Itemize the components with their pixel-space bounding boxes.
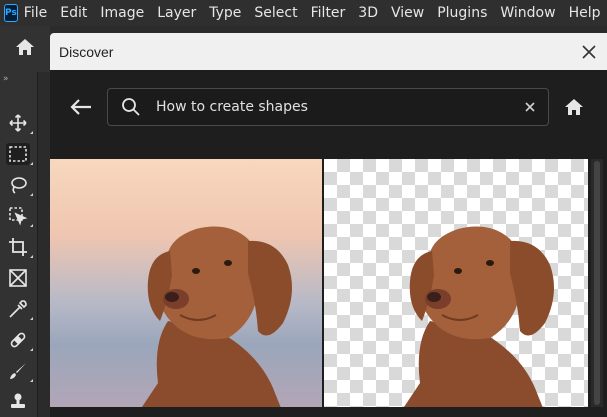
tools-panel: »	[0, 72, 38, 417]
menu-bar: Ps File Edit Image Layer Type Select Fil…	[0, 0, 607, 26]
close-icon[interactable]	[579, 42, 599, 62]
menu-layer[interactable]: Layer	[157, 5, 196, 21]
lasso-icon[interactable]	[6, 174, 33, 196]
menu-select[interactable]: Select	[254, 5, 297, 21]
menu-filter[interactable]: Filter	[311, 5, 346, 21]
eyedropper-icon[interactable]	[6, 298, 33, 320]
dog-cutout	[404, 226, 554, 407]
rectangular-marquee-icon[interactable]	[6, 143, 33, 165]
after-image-transparent	[324, 159, 588, 407]
menu-file[interactable]: File	[24, 5, 47, 21]
menu-type[interactable]: Type	[209, 5, 241, 21]
options-bar-home	[0, 26, 50, 72]
frame-icon[interactable]	[6, 267, 30, 289]
menu-view[interactable]: View	[391, 5, 424, 21]
collapse-panel-icon[interactable]: »	[3, 74, 9, 84]
search-icon	[122, 98, 140, 116]
dialog-footer	[50, 407, 607, 417]
discover-home-icon[interactable]	[562, 95, 586, 119]
back-arrow-icon[interactable]	[68, 95, 94, 119]
menu-help[interactable]: Help	[569, 5, 601, 21]
move-tool-icon[interactable]	[6, 112, 33, 134]
menu-plugins[interactable]: Plugins	[437, 5, 487, 21]
crop-icon[interactable]	[6, 236, 33, 258]
discover-nav: How to create shapes	[50, 83, 607, 131]
menu-edit[interactable]: Edit	[60, 5, 87, 21]
dialog-title: Discover	[59, 43, 114, 60]
discover-panel: Discover How to create shapes	[50, 33, 607, 417]
home-icon[interactable]	[15, 37, 35, 61]
menu-window[interactable]: Window	[500, 5, 555, 21]
object-selection-icon[interactable]	[6, 205, 33, 227]
dog-photo	[142, 226, 292, 407]
dialog-titlebar: Discover	[50, 33, 607, 70]
brush-icon[interactable]	[6, 360, 33, 382]
healing-brush-icon[interactable]	[6, 329, 33, 351]
clear-search-icon[interactable]	[522, 99, 538, 115]
photoshop-logo: Ps	[4, 4, 18, 22]
scrollbar-thumb[interactable]	[594, 161, 600, 405]
scrollbar[interactable]	[591, 159, 603, 407]
stamp-icon[interactable]	[6, 391, 30, 413]
search-field[interactable]: How to create shapes	[107, 88, 549, 126]
menu-3d[interactable]: 3D	[358, 5, 378, 21]
tutorial-preview	[50, 159, 588, 407]
before-image	[50, 159, 322, 407]
search-input[interactable]: How to create shapes	[156, 99, 522, 115]
menu-image[interactable]: Image	[100, 5, 144, 21]
